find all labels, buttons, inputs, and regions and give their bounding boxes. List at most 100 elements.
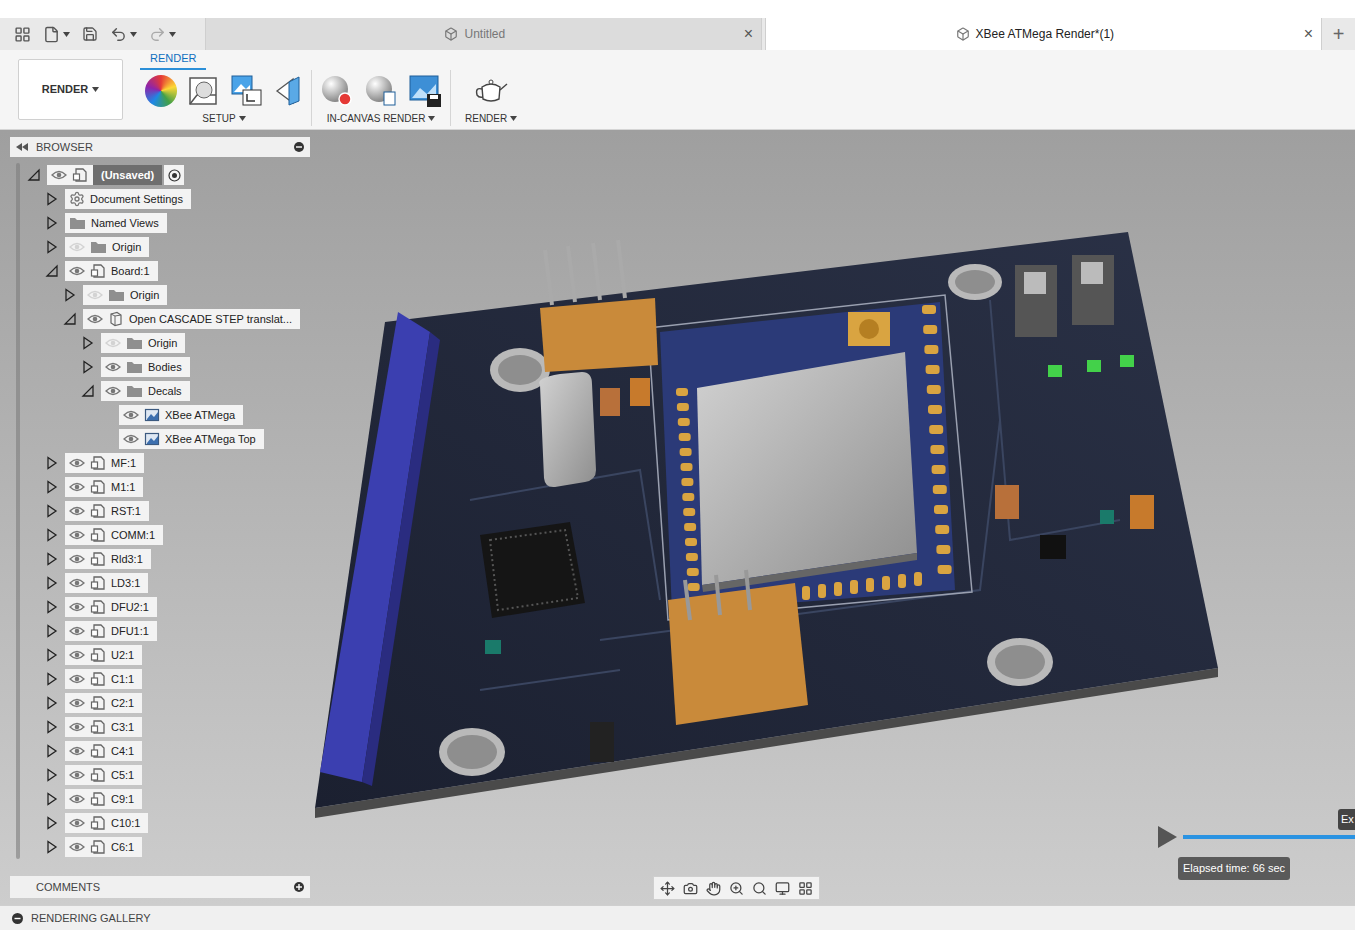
expand-toggle[interactable]: [45, 192, 59, 206]
browser-item-chip[interactable]: Origin: [83, 285, 167, 305]
expand-toggle[interactable]: [45, 744, 59, 758]
browser-item[interactable]: Decals: [22, 379, 300, 403]
in-canvas-render-icon[interactable]: [320, 74, 354, 108]
tree-scrollbar[interactable]: [16, 163, 20, 859]
browser-item[interactable]: RST:1: [22, 499, 300, 523]
expand-toggle[interactable]: [45, 480, 59, 494]
rendering-gallery-bar[interactable]: RENDERING GALLERY: [0, 905, 1355, 930]
eye-icon[interactable]: [69, 697, 85, 709]
browser-item[interactable]: C3:1: [22, 715, 300, 739]
collapsed-arrow-icon[interactable]: [45, 624, 59, 638]
expand-toggle[interactable]: [45, 672, 59, 686]
expand-toggle[interactable]: [45, 528, 59, 542]
expanded-arrow-icon[interactable]: [27, 168, 41, 182]
collapsed-arrow-icon[interactable]: [45, 720, 59, 734]
file-menu[interactable]: [43, 26, 70, 43]
browser-item-chip[interactable]: DFU2:1: [65, 597, 157, 617]
expand-toggle[interactable]: [45, 552, 59, 566]
eye-icon[interactable]: [69, 457, 85, 469]
eye-icon[interactable]: [69, 673, 85, 685]
browser-item-chip[interactable]: Decals: [101, 381, 190, 401]
collapsed-arrow-icon[interactable]: [45, 672, 59, 686]
ribbon-tab[interactable]: RENDER: [140, 50, 206, 71]
browser-item-chip[interactable]: DFU1:1: [65, 621, 157, 641]
browser-item[interactable]: C6:1: [22, 835, 300, 859]
eye-icon[interactable]: [69, 769, 85, 781]
browser-item-chip[interactable]: Rld3:1: [65, 549, 151, 569]
eye-icon[interactable]: [69, 529, 85, 541]
expand-toggle[interactable]: [45, 840, 59, 854]
eye-icon[interactable]: [69, 601, 85, 613]
orbit-icon[interactable]: [660, 881, 675, 896]
browser-item[interactable]: COMM:1: [22, 523, 300, 547]
expand-toggle[interactable]: [45, 768, 59, 782]
browser-item-chip[interactable]: C1:1: [65, 669, 142, 689]
eye-icon[interactable]: [69, 505, 85, 517]
collapsed-arrow-icon[interactable]: [45, 648, 59, 662]
eye-icon[interactable]: [105, 385, 121, 397]
collapsed-arrow-icon[interactable]: [63, 288, 77, 302]
document-tab[interactable]: XBee ATMega Render*(1)×: [765, 18, 1322, 50]
browser-item[interactable]: Origin: [22, 235, 300, 259]
collapsed-arrow-icon[interactable]: [45, 744, 59, 758]
browser-item-chip[interactable]: Origin: [65, 237, 149, 257]
play-icon[interactable]: [1156, 825, 1178, 849]
texture-map-icon[interactable]: [229, 74, 263, 108]
browser-item[interactable]: C10:1: [22, 811, 300, 835]
eye-icon[interactable]: [69, 481, 85, 493]
expand-toggle[interactable]: [81, 336, 95, 350]
browser-item[interactable]: Origin: [22, 331, 300, 355]
expanded-arrow-icon[interactable]: [81, 384, 95, 398]
browser-item-chip[interactable]: M1:1: [65, 477, 143, 497]
document-tab[interactable]: Untitled×: [205, 18, 762, 50]
expand-toggle[interactable]: [99, 408, 113, 422]
teapot-render-icon[interactable]: [473, 75, 509, 107]
browser-item[interactable]: DFU2:1: [22, 595, 300, 619]
expand-toggle[interactable]: [45, 648, 59, 662]
browser-item-chip[interactable]: LD3:1: [65, 573, 148, 593]
eye-icon[interactable]: [123, 409, 139, 421]
expand-toggle[interactable]: [45, 264, 59, 278]
collapsed-arrow-icon[interactable]: [45, 840, 59, 854]
save-icon[interactable]: [82, 26, 98, 42]
browser-item[interactable]: XBee ATMega: [22, 403, 300, 427]
expand-toggle[interactable]: [45, 216, 59, 230]
eye-icon[interactable]: [69, 817, 85, 829]
browser-item[interactable]: Document Settings: [22, 187, 300, 211]
collapsed-arrow-icon[interactable]: [45, 480, 59, 494]
collapsed-arrow-icon[interactable]: [45, 816, 59, 830]
collapsed-arrow-icon[interactable]: [45, 528, 59, 542]
activate-button[interactable]: [164, 165, 184, 185]
eye-icon[interactable]: [69, 841, 85, 853]
appearance-icon[interactable]: [145, 75, 177, 107]
browser-item[interactable]: (Unsaved): [22, 163, 300, 187]
browser-item-chip[interactable]: C2:1: [65, 693, 142, 713]
browser-item-chip[interactable]: Named Views: [65, 213, 167, 233]
collapsed-arrow-icon[interactable]: [45, 504, 59, 518]
eye-icon[interactable]: [69, 265, 85, 277]
browser-item-chip[interactable]: U2:1: [65, 645, 142, 665]
expand-toggle[interactable]: [45, 576, 59, 590]
look-at-icon[interactable]: [683, 881, 698, 896]
expand-toggle[interactable]: [63, 312, 77, 326]
expand-toggle[interactable]: [27, 168, 41, 182]
fit-icon[interactable]: [752, 881, 767, 896]
eye-hidden-icon[interactable]: [105, 337, 121, 349]
expand-toggle[interactable]: [45, 792, 59, 806]
browser-item-chip[interactable]: COMM:1: [65, 525, 163, 545]
expand-toggle[interactable]: [45, 696, 59, 710]
browser-item[interactable]: XBee ATMega Top: [22, 427, 300, 451]
expand-toggle[interactable]: [45, 816, 59, 830]
expand-toggle[interactable]: [99, 432, 113, 446]
in-canvas-settings-icon[interactable]: [364, 74, 398, 108]
browser-item-chip[interactable]: Origin: [101, 333, 185, 353]
grid-settings-icon[interactable]: [798, 881, 813, 896]
browser-item-chip[interactable]: C9:1: [65, 789, 142, 809]
browser-item[interactable]: Board:1: [22, 259, 300, 283]
browser-item-chip[interactable]: C3:1: [65, 717, 142, 737]
plus-circle-icon[interactable]: [294, 882, 304, 892]
expanded-arrow-icon[interactable]: [63, 312, 77, 326]
undo-button[interactable]: [110, 26, 137, 43]
browser-item[interactable]: C1:1: [22, 667, 300, 691]
collapsed-arrow-icon[interactable]: [45, 768, 59, 782]
